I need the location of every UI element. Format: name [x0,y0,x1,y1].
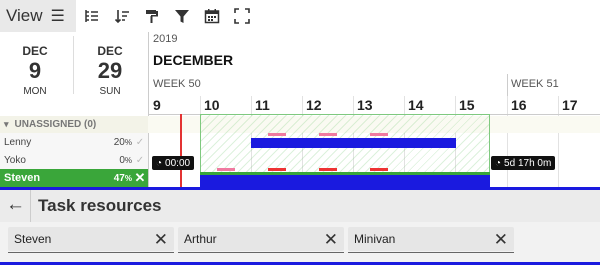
sort-icon[interactable] [110,4,134,28]
view-label: View [6,6,43,25]
resource-chip-steven[interactable]: Steven ✕ [8,227,174,251]
chip-underline [178,252,344,253]
row-check-icon[interactable]: ✓ [132,137,148,148]
collapse-chevron-icon[interactable]: ▾ [0,119,9,130]
resource-chip-minivan[interactable]: Minivan ✕ [348,227,514,251]
allocation-marker [370,168,388,171]
day-label: 13 [357,97,373,113]
allocation-marker [268,168,286,171]
allocation-marker [268,133,286,136]
resource-utilization: 0% [119,154,132,166]
resource-utilization: 47% [113,172,132,184]
start-weekday: MON [23,86,47,97]
timeline-left-border [148,32,149,188]
menu-icon: ☰ [50,8,65,25]
allocation-marker [319,168,337,171]
back-arrow-icon[interactable]: ← [6,195,28,215]
day-label: 12 [306,97,322,113]
week-50-label: WEEK 50 [153,78,201,90]
group-label: UNASSIGNED (0) [14,119,97,130]
group-row-unassigned[interactable]: ▾ UNASSIGNED (0) [0,116,148,133]
resource-chip-arthur[interactable]: Arthur ✕ [178,227,344,251]
resource-name: Lenny [4,136,32,148]
allocation-marker [319,133,337,136]
close-icon[interactable]: ✕ [154,231,168,248]
timeline-year: 2019 [153,33,178,45]
today-line [180,114,182,188]
view-menu-button[interactable]: View ☰ [0,0,76,32]
day-label: 15 [459,97,475,113]
day-label: 14 [408,97,424,113]
calendar-icon[interactable] [200,4,224,28]
range-start-date[interactable]: DEC 9 MON [5,44,65,97]
close-icon[interactable]: ✕ [494,231,508,248]
fullscreen-icon[interactable] [230,4,254,28]
chip-underline [348,252,514,253]
allocation-marker [217,168,235,171]
chip-label: Arthur [184,232,217,246]
sheet-title: Task resources [38,196,162,215]
end-month: DEC [97,44,123,58]
resource-row-steven[interactable]: Steven 47% ✕ [0,169,148,187]
toolbar: View ☰ [0,0,600,32]
day-label: 10 [204,97,220,113]
resource-row-lenny[interactable]: Lenny 20% ✓ [0,133,148,151]
row-check-icon[interactable]: ✓ [132,155,148,166]
range-end-date[interactable]: DEC 29 SUN [80,44,140,97]
task-start-time: ◔ 00:00 [152,156,195,170]
close-icon[interactable]: ✕ [324,231,338,248]
resource-name: Yoko [4,154,26,166]
chip-underline [8,252,174,253]
day-label: 17 [562,97,578,113]
chip-label: Steven [14,232,52,246]
outline-indent-icon[interactable] [80,4,104,28]
clock-icon: ◔ [156,157,163,169]
task-duration: ◔ 5d 17h 0m [491,156,556,170]
start-day: 9 [28,58,42,83]
day-label: 16 [511,97,527,113]
timeline-month: DECEMBER [153,52,234,68]
clock-icon: ◔ [495,157,502,169]
end-weekday: SUN [99,86,121,97]
day-label: 9 [153,97,161,113]
range-divider [73,36,74,94]
remove-resource-icon[interactable]: ✕ [132,170,148,186]
paint-roller-icon[interactable] [140,4,164,28]
chip-label: Minivan [354,232,396,246]
week-51-label: WEEK 51 [511,78,559,90]
filter-icon[interactable] [170,4,194,28]
end-day: 29 [97,58,123,83]
resource-assignment-bar[interactable] [251,138,456,148]
resource-utilization: 20% [113,136,132,148]
resource-row-yoko[interactable]: Yoko 0% ✓ [0,151,148,169]
day-grid-line [558,96,559,188]
header-divider [30,190,31,222]
allocation-marker [370,133,388,136]
resource-name: Steven [4,172,41,184]
day-label: 11 [255,97,270,113]
day-grid-line [507,96,508,188]
start-month: DEC [22,44,48,58]
